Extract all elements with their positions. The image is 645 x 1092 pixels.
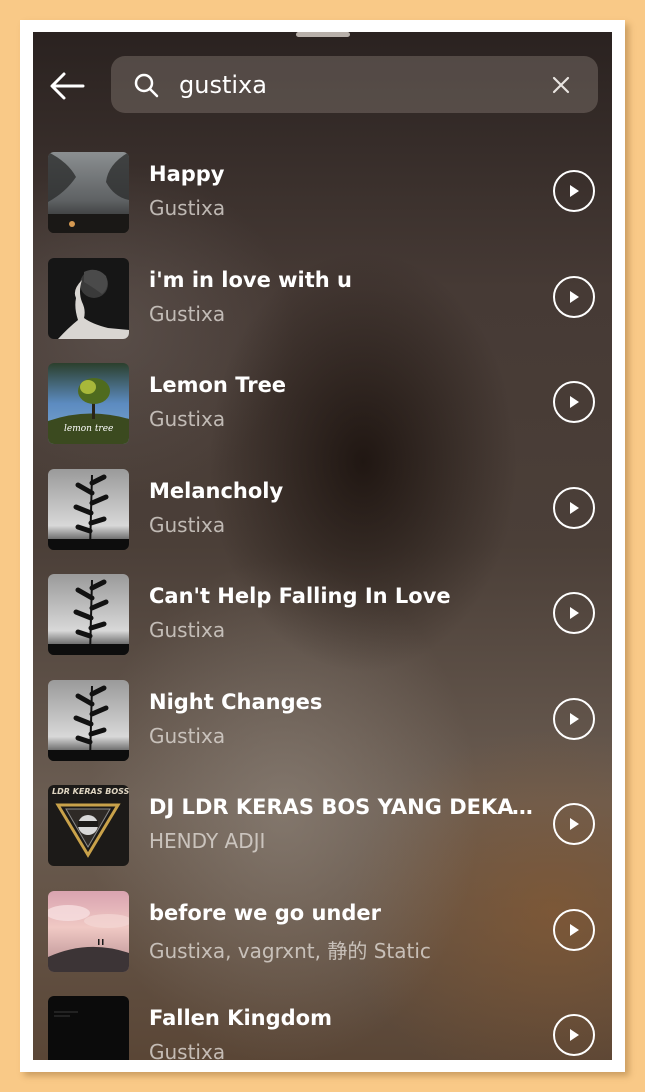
song-artist: Gustixa	[149, 618, 226, 642]
back-button[interactable]	[45, 64, 89, 108]
song-title: Fallen Kingdom	[149, 1006, 332, 1030]
list-item[interactable]: Fallen Kingdom Gustixa	[33, 984, 612, 1060]
song-artist: HENDY ADJI	[149, 829, 266, 853]
song-title: Night Changes	[149, 689, 323, 714]
list-item[interactable]: Melancholy Gustixa	[33, 457, 612, 563]
album-art-hendy-logo: LDR KERAS BOSS	[48, 785, 129, 866]
back-arrow-icon	[50, 72, 85, 100]
list-item[interactable]: Night Changes Gustixa	[33, 668, 612, 774]
play-preview-button[interactable]	[553, 381, 595, 423]
album-art-caption: LDR KERAS BOSS	[52, 787, 129, 796]
screenshot-frame: Happy Gustixa i'm in love with u	[20, 20, 625, 1072]
song-title: Happy	[149, 162, 225, 186]
list-item[interactable]: before we go under Gustixa, vagrxnt, 静的 …	[33, 879, 612, 985]
play-icon	[570, 290, 579, 303]
play-icon	[570, 712, 579, 725]
play-preview-button[interactable]	[553, 803, 595, 845]
play-preview-button[interactable]	[553, 486, 595, 529]
list-item[interactable]: i'm in love with u Gustixa	[33, 246, 612, 352]
search-input[interactable]	[179, 70, 546, 99]
play-icon	[570, 607, 579, 619]
album-art-plant-silhouette	[48, 468, 129, 550]
play-preview-button[interactable]	[553, 592, 595, 634]
play-icon	[570, 185, 579, 197]
list-item[interactable]: lemon tree Lemon Tree Gustixa	[33, 351, 612, 457]
album-art-plant-silhouette	[48, 574, 129, 655]
list-item[interactable]: LDR KERAS BOSS DJ LDR KERAS BOS YANG DEK…	[33, 773, 612, 879]
album-art-lemon-tree: lemon tree	[48, 363, 129, 444]
play-icon	[570, 1029, 579, 1041]
song-title: i'm in love with u	[149, 267, 352, 292]
play-icon	[570, 501, 579, 514]
album-art-pink-sky-hill	[48, 890, 129, 972]
song-artist: Gustixa	[149, 407, 226, 431]
play-preview-button[interactable]	[553, 170, 595, 212]
album-art-portrait	[48, 257, 129, 339]
search-bar[interactable]	[111, 56, 598, 113]
album-art-night-sky	[48, 152, 129, 233]
sheet-drag-handle[interactable]	[296, 32, 350, 37]
song-artist: Gustixa, vagrxnt, 静的 Static	[149, 938, 431, 963]
song-title: Lemon Tree	[149, 373, 287, 397]
play-preview-button[interactable]	[553, 1014, 595, 1056]
song-artist: Gustixa	[149, 723, 226, 748]
clear-search-button[interactable]	[546, 70, 576, 100]
song-artist: Gustixa	[149, 1040, 226, 1060]
play-preview-button[interactable]	[553, 908, 595, 951]
play-icon	[570, 818, 579, 830]
list-item[interactable]: Can't Help Falling In Love Gustixa	[33, 562, 612, 668]
play-preview-button[interactable]	[553, 697, 595, 740]
song-title: Melancholy	[149, 478, 284, 503]
close-icon	[552, 76, 570, 93]
list-item[interactable]: Happy Gustixa	[33, 140, 612, 246]
search-results-list: Happy Gustixa i'm in love with u Gustixa…	[33, 140, 612, 1060]
song-title: Can't Help Falling In Love	[149, 584, 451, 608]
play-preview-button[interactable]	[553, 275, 595, 318]
album-art-dark-lines	[48, 996, 129, 1060]
album-art-plant-silhouette	[48, 679, 129, 761]
song-artist: Gustixa	[149, 301, 226, 326]
play-icon	[570, 396, 579, 408]
album-art-caption: lemon tree	[64, 424, 114, 434]
song-title: before we go under	[149, 900, 382, 925]
song-title: DJ LDR KERAS BOS YANG DEKAT A...	[149, 795, 539, 819]
song-artist: Gustixa	[149, 196, 226, 220]
music-search-sheet: Happy Gustixa i'm in love with u	[33, 32, 612, 1060]
play-icon	[570, 923, 579, 936]
song-artist: Gustixa	[149, 512, 226, 537]
search-icon	[133, 71, 161, 99]
